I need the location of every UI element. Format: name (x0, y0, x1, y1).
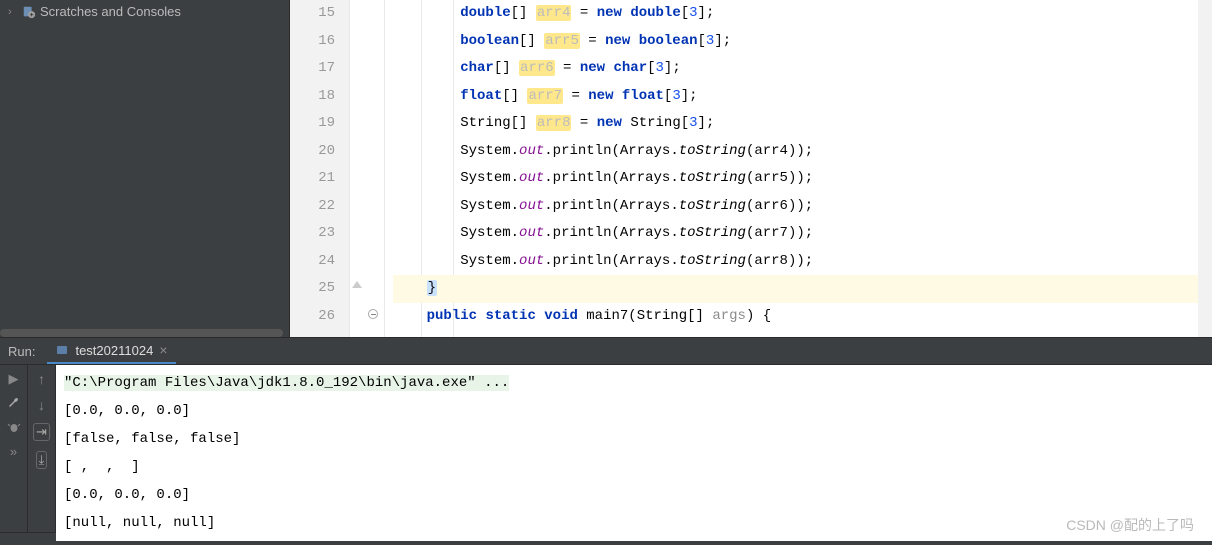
run-toolbar-left: ▶ » (0, 365, 28, 541)
sidebar-scrollbar-thumb[interactable] (0, 329, 283, 337)
expand-icon[interactable]: » (6, 443, 22, 459)
chevron-right-icon: › (8, 6, 18, 18)
wrench-icon[interactable] (6, 395, 22, 411)
code-editor[interactable]: 15 16 17 18 19 20 21 22 23 24 25 26 doub… (290, 0, 1212, 337)
run-config-icon (55, 343, 69, 357)
run-panel: Run: test20211024 × ▶ » ↑ ↓ ⇥ ⤓ "C:\Prog… (0, 337, 1212, 532)
run-tab-label: test20211024 (75, 343, 153, 358)
scroll-to-end-icon[interactable]: ⤓ (36, 451, 48, 469)
sidebar-item-scratches[interactable]: › Scratches and Consoles (0, 0, 289, 23)
arrow-up-icon[interactable]: ↑ (38, 371, 45, 387)
run-output[interactable]: "C:\Program Files\Java\jdk1.8.0_192\bin\… (56, 365, 1212, 541)
sidebar-item-label: Scratches and Consoles (40, 4, 181, 19)
output-line: [false, false, false] (64, 425, 1204, 453)
project-sidebar[interactable]: › Scratches and Consoles (0, 0, 290, 337)
run-toolbar-inner: ↑ ↓ ⇥ ⤓ (28, 365, 56, 541)
output-line: [0.0, 0.0, 0.0] (64, 481, 1204, 509)
run-header: Run: test20211024 × (0, 338, 1212, 365)
editor-gutter: 15 16 17 18 19 20 21 22 23 24 25 26 (290, 0, 350, 337)
output-line: [0.0, 0.0, 0.0] (64, 397, 1204, 425)
output-line: [null, null, null] (64, 509, 1204, 537)
output-command: "C:\Program Files\Java\jdk1.8.0_192\bin\… (64, 369, 1204, 397)
scratches-icon (22, 5, 36, 19)
bug-icon[interactable] (6, 419, 22, 435)
run-tab[interactable]: test20211024 × (47, 338, 175, 364)
editor-margin (350, 0, 385, 337)
fold-toggle-icon[interactable] (368, 309, 378, 319)
editor-scrollbar[interactable] (1198, 0, 1212, 337)
fold-up-icon[interactable] (352, 281, 362, 288)
close-icon[interactable]: × (159, 342, 167, 358)
arrow-down-icon[interactable]: ↓ (38, 397, 45, 413)
output-line: [ , , ] (64, 453, 1204, 481)
run-label: Run: (8, 344, 35, 359)
rerun-icon[interactable]: ▶ (6, 371, 22, 387)
soft-wrap-icon[interactable]: ⇥ (33, 423, 50, 441)
code-content[interactable]: double[] arr4 = new double[3]; boolean[]… (385, 0, 1198, 337)
